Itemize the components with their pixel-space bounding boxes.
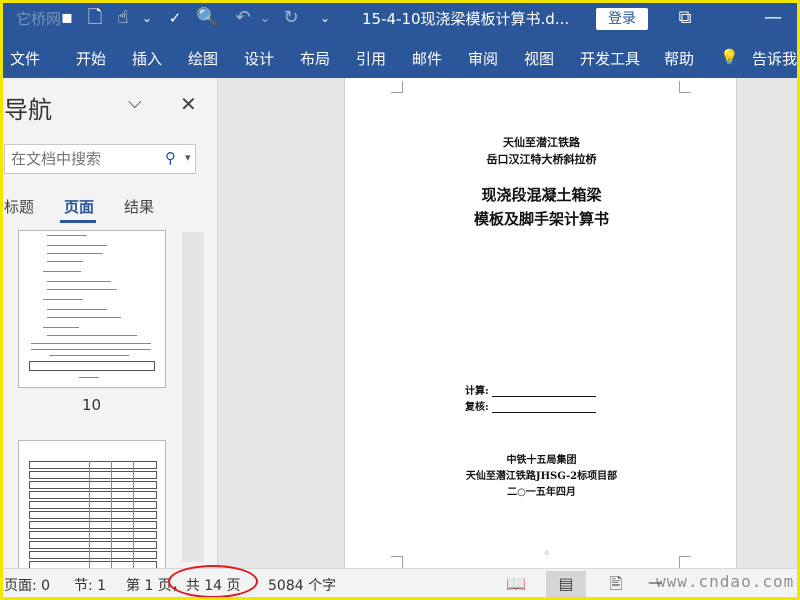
- close-icon[interactable]: ✕: [180, 92, 197, 116]
- tab-review[interactable]: 审阅: [468, 48, 498, 69]
- tab-view[interactable]: 视图: [524, 48, 554, 69]
- review-sign-line: [492, 400, 597, 413]
- touch-mode-dropdown-icon[interactable]: ⌄: [136, 6, 158, 30]
- tab-insert[interactable]: 插入: [132, 48, 162, 69]
- tab-home[interactable]: 开始: [76, 48, 106, 69]
- crop-mark: [679, 556, 691, 568]
- tab-draw[interactable]: 绘图: [188, 48, 218, 69]
- search-options-chevron-icon[interactable]: ▾: [185, 151, 191, 164]
- tab-help[interactable]: 帮助: [664, 48, 694, 69]
- ribbon-display-icon[interactable]: ⧉: [674, 6, 696, 30]
- active-tab-indicator: [60, 220, 96, 223]
- crop-mark: [391, 81, 403, 93]
- page-thumbnail-10[interactable]: [18, 230, 166, 388]
- chevron-down-icon[interactable]: ⌵: [128, 92, 142, 113]
- nav-search-input[interactable]: [5, 145, 155, 173]
- document-title: 15-4-10现浇梁模板计算书.d...: [362, 10, 570, 28]
- doc-org-line1: 中铁十五局集团: [506, 455, 577, 466]
- lightbulb-icon[interactable]: 💡: [720, 48, 739, 66]
- minimize-icon[interactable]: —: [762, 6, 784, 30]
- doc-title-line2: 模板及脚手架计算书: [473, 210, 609, 228]
- thumbnail-scrollbar[interactable]: [182, 232, 204, 562]
- print-preview-icon[interactable]: 🔍: [196, 6, 218, 30]
- crop-mark: [391, 556, 403, 568]
- undo-icon[interactable]: ↶: [232, 6, 254, 30]
- doc-org-line2: 天仙至潜江铁路JHSG-2标项目部: [465, 471, 618, 482]
- tab-file[interactable]: 文件: [10, 48, 40, 69]
- doc-date: 二○一五年四月: [507, 487, 576, 498]
- thumbnail-page-number: 10: [82, 396, 102, 414]
- calc-sign-line: [492, 384, 597, 397]
- doc-heading-line2: 岳口汉江特大桥斜拉桥: [486, 153, 597, 166]
- page-footer-number: 0: [545, 550, 549, 557]
- tab-mailings[interactable]: 邮件: [412, 48, 442, 69]
- nav-search-box[interactable]: ⚲ ▾: [4, 144, 196, 174]
- tab-design[interactable]: 设计: [244, 48, 274, 69]
- read-mode-icon[interactable]: 📖: [496, 571, 536, 597]
- ribbon-tabs: 文件 开始 插入 绘图 设计 布局 引用 邮件 审阅 视图 开发工具 帮助 💡 …: [0, 36, 800, 78]
- page-thumbnail-11[interactable]: [18, 440, 166, 568]
- status-page[interactable]: 页面: 0: [4, 575, 50, 595]
- new-doc-icon[interactable]: 🗋: [84, 6, 106, 30]
- document-page[interactable]: 天仙至潜江铁路 岳口汉江特大桥斜拉桥 现浇段混凝土箱梁 模板及脚手架计算书 计算…: [344, 78, 737, 568]
- search-icon[interactable]: ⚲: [165, 149, 176, 167]
- nav-pane-title: 导航: [4, 96, 52, 124]
- status-section[interactable]: 节: 1: [74, 575, 106, 595]
- redo-icon[interactable]: ↻: [280, 6, 302, 30]
- calc-sign-row: 计算:: [465, 382, 597, 397]
- status-word-count[interactable]: 5084 个字: [268, 575, 336, 595]
- ghost-watermark-text: 它桥网: [16, 10, 62, 28]
- tab-references[interactable]: 引用: [356, 48, 386, 69]
- doc-heading-line1: 天仙至潜江铁路: [503, 136, 580, 149]
- doc-title-line1: 现浇段混凝土箱梁: [481, 186, 602, 204]
- web-layout-icon[interactable]: 🖹: [596, 571, 636, 597]
- tab-layout[interactable]: 布局: [300, 48, 330, 69]
- nav-tab-results[interactable]: 结果: [124, 196, 154, 217]
- red-circle-annotation: [168, 565, 258, 598]
- review-label: 复核:: [465, 402, 489, 413]
- title-bar: 它桥网 ▪ 🗋 ☝ ⌄ ✓ 🔍 ↶ ⌄ ↻ ⌄ 15-4-10现浇梁模板计算书.…: [0, 0, 800, 36]
- calc-label: 计算:: [465, 386, 489, 397]
- crop-mark: [679, 81, 691, 93]
- document-canvas[interactable]: 天仙至潜江铁路 岳口汉江特大桥斜拉桥 现浇段混凝土箱梁 模板及脚手架计算书 计算…: [219, 78, 800, 568]
- touch-mode-icon[interactable]: ☝: [112, 6, 134, 30]
- nav-tab-pages[interactable]: 页面: [64, 196, 94, 217]
- review-sign-row: 复核:: [465, 398, 597, 413]
- save-icon[interactable]: ▪: [56, 6, 78, 30]
- page-thumbnails: 10: [0, 230, 217, 568]
- spelling-icon[interactable]: ✓: [164, 6, 186, 30]
- nav-tab-strip: 标题 页面 结果: [0, 194, 217, 228]
- tell-me-box[interactable]: 告诉我: [752, 48, 797, 69]
- site-watermark: www.cndao.com: [656, 572, 795, 591]
- customize-qa-icon[interactable]: ⌄: [314, 6, 336, 30]
- navigation-pane: 导航 ⌵ ✕ ⚲ ▾ 标题 页面 结果: [0, 78, 218, 568]
- tab-developer[interactable]: 开发工具: [580, 48, 640, 69]
- undo-dropdown-icon[interactable]: ⌄: [254, 6, 276, 30]
- login-button[interactable]: 登录: [596, 8, 648, 30]
- print-layout-icon[interactable]: ▤: [546, 571, 586, 597]
- nav-tab-headings[interactable]: 标题: [4, 196, 34, 217]
